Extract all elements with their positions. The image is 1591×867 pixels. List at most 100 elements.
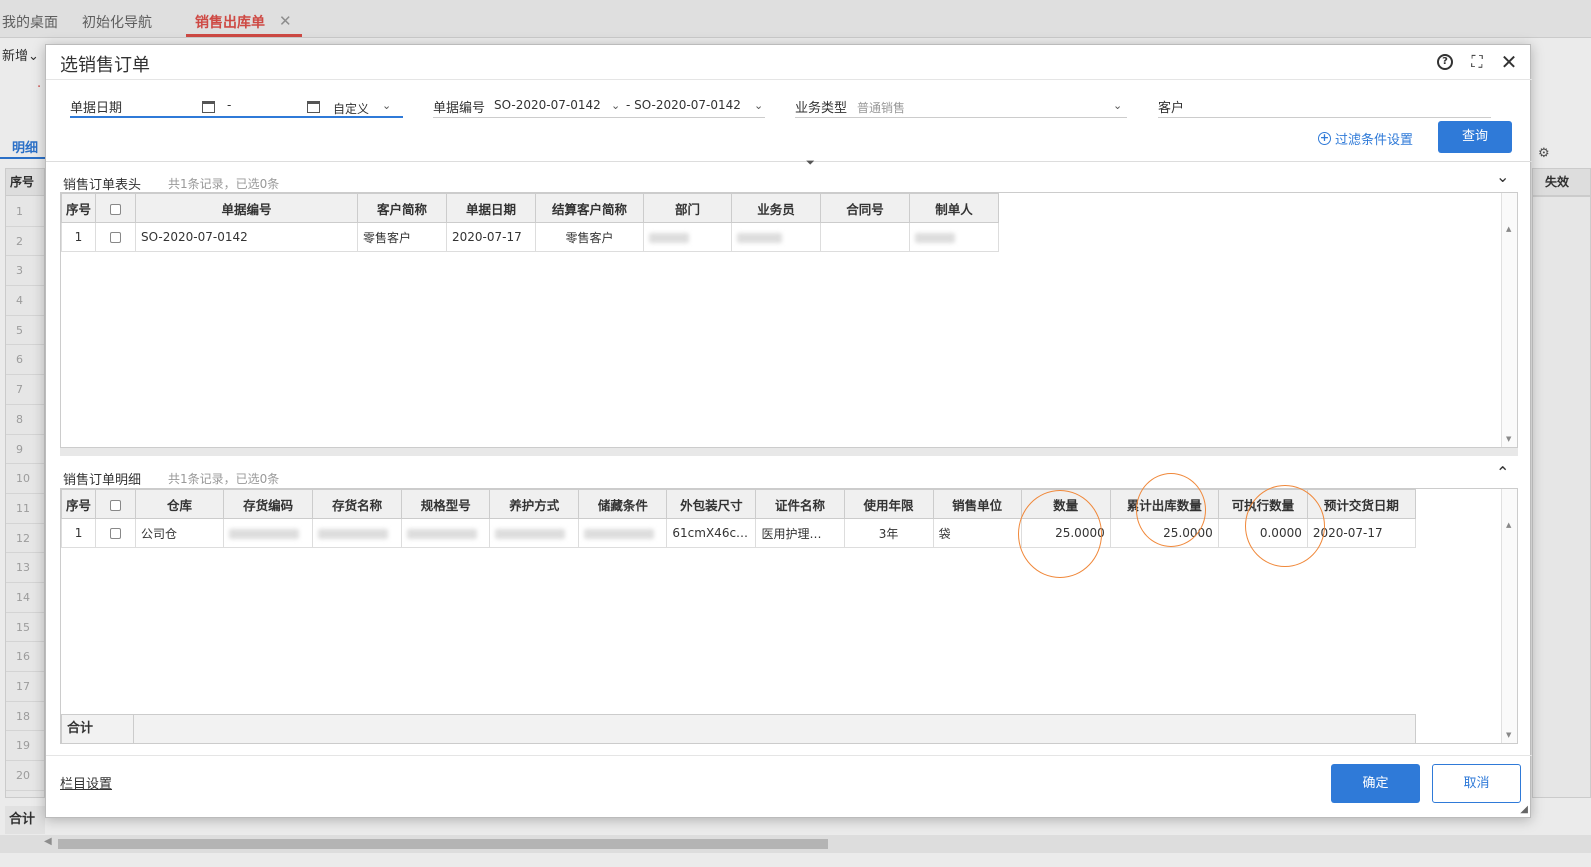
- row-date: 2020-07-17: [446, 222, 536, 252]
- col-contract[interactable]: 合同号: [820, 193, 910, 223]
- col-seq: 序号: [61, 489, 97, 519]
- confirm-button[interactable]: 确定: [1331, 764, 1420, 803]
- row-unit: 袋: [932, 518, 1022, 548]
- col-item-code[interactable]: 存货编码: [223, 489, 314, 519]
- redacted-spec: [401, 518, 491, 548]
- column-settings-link[interactable]: 栏目设置: [60, 773, 112, 792]
- table-row[interactable]: 1 公司仓 61cmX46c… 医用护理… 3年 袋 25.0000 25.00…: [61, 518, 1417, 548]
- chevron-up-icon[interactable]: ⌃: [1496, 463, 1509, 482]
- col-spec[interactable]: 规格型号: [401, 489, 491, 519]
- scroll-down-icon[interactable]: ▼: [1506, 435, 1511, 443]
- col-years[interactable]: 使用年限: [843, 489, 934, 519]
- redacted-maintenance: [489, 518, 580, 548]
- col-settle-customer[interactable]: 结算客户简称: [535, 193, 644, 223]
- biz-type-select[interactable]: 普通销售: [857, 99, 905, 116]
- row-code: SO-2020-07-0142: [135, 222, 358, 252]
- total-label: 合计: [67, 721, 94, 736]
- chevron-down-icon[interactable]: ⌄: [1113, 99, 1122, 112]
- redacted-contract: [820, 222, 910, 252]
- col-warehouse[interactable]: 仓库: [135, 489, 225, 519]
- redacted-storage: [578, 518, 668, 548]
- col-customer[interactable]: 客户简称: [357, 193, 447, 223]
- query-button[interactable]: 查询: [1438, 121, 1512, 153]
- redacted-department: [643, 222, 732, 252]
- redacted-salesperson: [731, 222, 821, 252]
- maximize-icon[interactable]: ⛶: [1468, 52, 1486, 71]
- row-seq: 1: [61, 518, 97, 548]
- row-settle-customer: 零售客户: [535, 222, 644, 252]
- scroll-down-icon[interactable]: ▼: [1506, 731, 1511, 739]
- row-years: 3年: [843, 518, 934, 548]
- chevron-down-icon[interactable]: ⌄: [1496, 167, 1509, 186]
- detail-section-title: 销售订单明细: [63, 473, 142, 488]
- filter-settings-link[interactable]: + 过滤条件设置: [1318, 129, 1413, 148]
- col-storage[interactable]: 储藏条件: [578, 489, 668, 519]
- detail-grid-columns: 序号 仓库 存货编码 存货名称 规格型号 养护方式 储藏条件 外包装尺寸 证件名…: [61, 489, 1417, 519]
- date-mode-select[interactable]: 自定义: [333, 100, 369, 117]
- chevron-down-icon[interactable]: ⌄: [382, 99, 391, 112]
- biz-field-underline: [795, 117, 1127, 118]
- cancel-button[interactable]: 取消: [1432, 764, 1521, 803]
- col-salesperson[interactable]: 业务员: [731, 193, 821, 223]
- header-grid-columns: 序号 单据编号 客户简称 单据日期 结算客户简称 部门 业务员 合同号 制单人: [61, 193, 999, 223]
- col-department[interactable]: 部门: [643, 193, 732, 223]
- row-warehouse: 公司仓: [135, 518, 225, 548]
- table-row[interactable]: 1 SO-2020-07-0142 零售客户 2020-07-17 零售客户: [61, 222, 999, 252]
- section-splitter[interactable]: [60, 448, 1518, 456]
- col-item-name[interactable]: 存货名称: [312, 489, 403, 519]
- row-checkbox[interactable]: [95, 222, 136, 252]
- date-separator: -: [227, 98, 232, 112]
- scroll-up-icon[interactable]: ▲: [1506, 521, 1511, 529]
- calendar-icon[interactable]: [202, 101, 215, 113]
- filter-divider: [46, 161, 1532, 162]
- select-all-checkbox[interactable]: [95, 193, 136, 223]
- chevron-down-icon[interactable]: ⌄: [611, 99, 620, 112]
- close-icon[interactable]: ✕: [1500, 50, 1518, 74]
- resize-handle-icon[interactable]: ◢: [1520, 804, 1528, 815]
- customer-field-underline[interactable]: [1158, 117, 1491, 118]
- detail-record-count: 共1条记录，已选0条: [168, 472, 280, 486]
- total-divider: [133, 714, 134, 743]
- plus-circle-icon: +: [1318, 131, 1331, 145]
- row-cert-name: 医用护理…: [755, 518, 845, 548]
- vertical-scrollbar[interactable]: ▲ ▼: [1501, 193, 1517, 447]
- col-code[interactable]: 单据编号: [135, 193, 358, 223]
- biz-type-label: 业务类型: [795, 101, 848, 116]
- calendar-icon[interactable]: [307, 101, 320, 113]
- col-maintenance[interactable]: 养护方式: [489, 489, 580, 519]
- code-to-field[interactable]: - SO-2020-07-0142: [626, 98, 741, 112]
- customer-label: 客户: [1158, 101, 1185, 116]
- annotation-circle-out-qty: [1136, 473, 1206, 547]
- annotation-circle-qty: [1018, 490, 1102, 578]
- col-date[interactable]: 单据日期: [446, 193, 536, 223]
- detail-total-row: 合计: [61, 714, 1416, 743]
- collapse-filter-icon[interactable]: ⏷: [806, 156, 815, 170]
- help-icon[interactable]: ?: [1436, 53, 1454, 71]
- date-field-underline: [70, 116, 403, 118]
- order-header-grid: 序号 单据编号 客户简称 单据日期 结算客户简称 部门 业务员 合同号 制单人 …: [60, 192, 1518, 448]
- col-cert-name[interactable]: 证件名称: [755, 489, 845, 519]
- col-package-size[interactable]: 外包装尺寸: [666, 489, 757, 519]
- code-label: 单据编号: [433, 101, 486, 116]
- col-creator[interactable]: 制单人: [909, 193, 999, 223]
- vertical-scrollbar[interactable]: ▲ ▼: [1501, 489, 1517, 743]
- title-divider: [46, 79, 1532, 80]
- row-package-size: 61cmX46c…: [666, 518, 757, 548]
- dialog-title: 选销售订单: [60, 55, 150, 76]
- annotation-circle-exec-qty: [1245, 485, 1325, 567]
- code-from-field[interactable]: SO-2020-07-0142: [494, 98, 601, 112]
- chevron-down-icon[interactable]: ⌄: [754, 99, 763, 112]
- col-delivery-date[interactable]: 预计交货日期: [1306, 489, 1417, 519]
- select-sales-order-dialog: 选销售订单 ? ⛶ ✕ 单据日期 - 自定义 ⌄ 单据编号 SO-2020-07…: [45, 44, 1532, 818]
- row-checkbox[interactable]: [95, 518, 137, 548]
- col-unit[interactable]: 销售单位: [932, 489, 1022, 519]
- redacted-item-code: [223, 518, 314, 548]
- row-seq: 1: [61, 222, 96, 252]
- header-record-count: 共1条记录，已选0条: [168, 177, 280, 191]
- select-all-checkbox[interactable]: [95, 489, 137, 519]
- row-customer: 零售客户: [357, 222, 447, 252]
- date-label: 单据日期: [70, 101, 123, 116]
- redacted-creator: [909, 222, 999, 252]
- scroll-up-icon[interactable]: ▲: [1506, 225, 1511, 233]
- header-section-title: 销售订单表头: [63, 178, 142, 193]
